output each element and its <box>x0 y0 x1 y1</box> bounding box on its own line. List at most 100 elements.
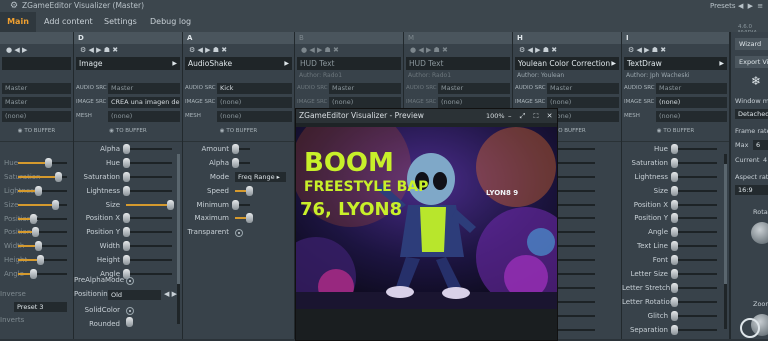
property-slider[interactable] <box>671 310 717 321</box>
transparent-toggle[interactable] <box>235 229 243 238</box>
tab-add-content[interactable]: Add content <box>44 12 93 32</box>
preview-zoom[interactable]: 100% <box>486 109 505 123</box>
property-slider[interactable] <box>235 185 254 196</box>
mesh-select[interactable]: (none) <box>656 111 727 122</box>
property-slider[interactable] <box>123 213 172 224</box>
to-buffer-button[interactable]: ◉ TO BUFFER <box>0 125 73 137</box>
property-slider[interactable] <box>126 199 174 210</box>
export-button[interactable]: Export Vi <box>735 56 768 68</box>
slider-knob[interactable] <box>166 199 174 210</box>
preset-nav-arrows-icon[interactable]: ◀ ▶ ≡ <box>738 0 764 12</box>
solidcolor-toggle[interactable] <box>126 307 134 315</box>
property-slider[interactable] <box>18 185 67 196</box>
image-src-select[interactable]: (none) <box>656 97 727 108</box>
slider-knob[interactable] <box>123 171 130 182</box>
prealpha-toggle[interactable] <box>126 277 134 285</box>
layer-name-field[interactable]: TextDraw ▶ <box>624 57 727 70</box>
property-slider[interactable] <box>671 269 717 280</box>
slider-knob[interactable] <box>671 171 678 182</box>
audio-src-select[interactable]: Master <box>438 83 510 94</box>
layer-name-field[interactable]: AudioShake ▶ <box>185 57 292 70</box>
slider-knob[interactable] <box>671 324 678 335</box>
property-slider[interactable] <box>18 199 67 210</box>
slider-knob[interactable] <box>123 144 130 154</box>
audio-src-select[interactable]: Master <box>547 83 619 94</box>
slider-knob[interactable] <box>671 227 678 238</box>
property-slider[interactable] <box>671 157 717 168</box>
property-slider[interactable] <box>671 185 717 196</box>
slider-knob[interactable] <box>671 185 678 196</box>
audio-src-select[interactable]: Master <box>329 83 401 94</box>
slider-knob[interactable] <box>246 213 254 224</box>
image-src-select[interactable]: CREA una imagen de... <box>108 97 180 108</box>
slider-knob[interactable] <box>34 241 42 252</box>
rounded-knob[interactable] <box>126 317 133 327</box>
image-src-select[interactable]: (none) <box>438 97 510 108</box>
property-slider[interactable] <box>671 227 717 238</box>
property-slider[interactable] <box>123 144 172 154</box>
rotate-knob[interactable] <box>751 222 768 244</box>
preview-window-controls-icon[interactable]: – ⤢ ⛶ ✕ <box>508 109 556 123</box>
window-mode-select[interactable]: Detached <box>735 109 768 119</box>
wizard-button[interactable]: Wizard <box>735 38 768 50</box>
slider-knob[interactable] <box>671 296 678 307</box>
layer-controls[interactable]: ⚙ ◀ ▶ ☗ ✖ <box>513 44 621 56</box>
property-slider[interactable] <box>123 241 172 252</box>
layer-name-field[interactable]: HUD Text <box>406 57 510 70</box>
layer-controls[interactable]: ⚙ ◀ ▶ ☗ ✖ <box>183 44 294 56</box>
property-slider[interactable] <box>18 213 67 224</box>
slider-knob[interactable] <box>123 157 130 168</box>
slider-knob[interactable] <box>671 282 678 293</box>
slider-knob[interactable] <box>123 185 130 196</box>
mesh-select[interactable]: (none) <box>217 111 292 122</box>
property-slider[interactable] <box>18 158 67 168</box>
slider-knob[interactable] <box>123 255 130 266</box>
to-buffer-button[interactable]: ◉ TO BUFFER <box>622 125 729 137</box>
property-slider[interactable] <box>232 144 250 154</box>
property-slider[interactable] <box>671 282 717 293</box>
mesh-select[interactable]: (none) <box>2 111 71 122</box>
property-slider[interactable] <box>671 199 717 210</box>
slider-knob[interactable] <box>34 185 42 196</box>
preview-title-bar[interactable]: ZGameEditor Visualizer - Preview 100% – … <box>296 109 557 123</box>
layer-controls[interactable]: ● ◀ ▶ <box>0 44 73 56</box>
slider-knob[interactable] <box>29 213 37 224</box>
property-slider[interactable] <box>232 199 250 210</box>
audio-src-select[interactable]: Master <box>2 83 71 94</box>
presets-button[interactable]: Presets <box>710 0 735 12</box>
layer-controls[interactable]: ● ◀ ▶ ☗ ✖ <box>404 44 512 56</box>
audio-src-select[interactable]: Master <box>656 83 727 94</box>
slider-knob[interactable] <box>671 241 678 252</box>
property-slider[interactable] <box>671 144 717 154</box>
slider-knob[interactable] <box>671 213 678 224</box>
mesh-select[interactable]: (none) <box>108 111 180 122</box>
property-slider[interactable] <box>232 157 250 168</box>
layer-name-field[interactable]: Image ▶ <box>76 57 180 70</box>
positioning-select[interactable]: Old <box>108 290 161 300</box>
preset-select[interactable]: Preset 3 <box>14 302 67 312</box>
slider-knob[interactable] <box>671 269 678 280</box>
gear-icon[interactable]: ⚙ <box>10 0 18 12</box>
property-slider[interactable] <box>123 157 172 168</box>
property-slider[interactable] <box>671 296 717 307</box>
to-buffer-button[interactable]: ◉ TO BUFFER <box>183 125 294 137</box>
max-value[interactable]: 6 <box>753 140 768 150</box>
slider-knob[interactable] <box>51 199 59 210</box>
property-slider[interactable] <box>671 241 717 252</box>
layer-name-field[interactable] <box>2 57 71 70</box>
slider-knob[interactable] <box>32 227 40 238</box>
slider-knob[interactable] <box>232 157 239 168</box>
slider-knob[interactable] <box>671 255 678 266</box>
image-src-select[interactable]: Master <box>2 97 71 108</box>
slider-knob[interactable] <box>232 199 239 210</box>
slider-knob[interactable] <box>671 310 678 321</box>
slider-knob[interactable] <box>55 171 63 182</box>
property-slider[interactable] <box>671 171 717 182</box>
layer-controls[interactable]: ● ◀ ▶ ☗ ✖ <box>295 44 403 56</box>
slider-knob[interactable] <box>29 269 37 280</box>
property-slider[interactable] <box>123 171 172 182</box>
to-buffer-button[interactable]: ◉ TO BUFFER <box>74 125 182 137</box>
snowflake-icon[interactable]: ❄ <box>751 74 761 88</box>
audio-src-select[interactable]: Kick <box>217 83 292 94</box>
image-src-select[interactable]: (none) <box>547 97 619 108</box>
